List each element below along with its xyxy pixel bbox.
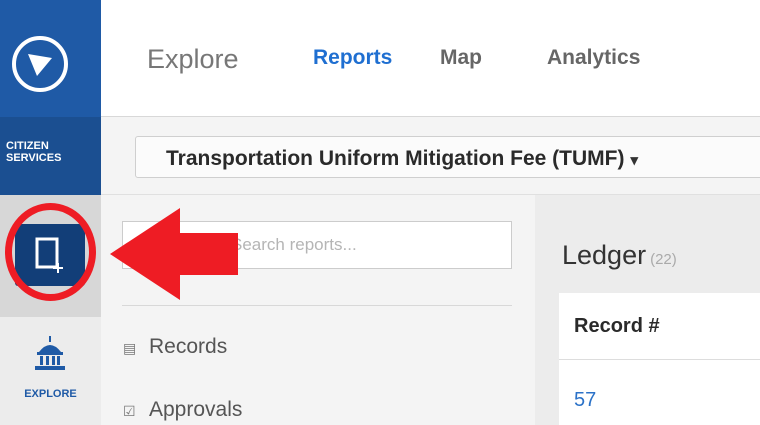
- dataset-name: Transportation Uniform Mitigation Fee (T…: [166, 147, 625, 170]
- page-title-text: Ledger: [562, 240, 647, 270]
- table-divider: [559, 359, 760, 360]
- app-logo-area: [0, 0, 101, 117]
- report-list-item-records[interactable]: ▤ Records: [123, 335, 227, 359]
- report-list-item-label: Approvals: [149, 398, 243, 421]
- nav-analytics[interactable]: Analytics: [547, 46, 640, 70]
- divider: [122, 305, 512, 306]
- brand-line-2: SERVICES: [6, 152, 62, 164]
- new-document-icon: [35, 237, 63, 273]
- grid-icon: ▤: [123, 340, 137, 356]
- sidebar-item-explore[interactable]: EXPLORE: [0, 330, 101, 410]
- report-list-item-label: Records: [149, 335, 228, 358]
- page-title: Ledger (22): [562, 240, 677, 271]
- new-record-button[interactable]: [15, 224, 85, 286]
- brand-line-1: CITIZEN: [6, 140, 49, 152]
- report-list-item-approvals[interactable]: ☑ Approvals: [123, 398, 242, 422]
- government-building-icon: [35, 336, 65, 370]
- main-content: Ledger (22) Record # 57: [535, 195, 760, 425]
- records-table: Record # 57: [559, 293, 760, 425]
- chevron-down-icon: ▾: [630, 152, 639, 169]
- record-count: (22): [650, 251, 677, 268]
- compass-logo-icon: [12, 36, 68, 92]
- dataset-selector-bar: Transportation Uniform Mitigation Fee (T…: [101, 117, 760, 195]
- sidebar-item-explore-label: EXPLORE: [24, 388, 77, 400]
- dataset-dropdown-label: Transportation Uniform Mitigation Fee (T…: [166, 147, 638, 171]
- nav-explore[interactable]: Explore: [147, 44, 239, 75]
- top-navigation: Explore Reports Map Analytics: [101, 0, 760, 117]
- annotation-arrow: [110, 208, 238, 300]
- checkbox-icon: ☑: [123, 403, 136, 419]
- brand-name: CITIZEN SERVICES: [6, 140, 92, 164]
- nav-map[interactable]: Map: [440, 46, 482, 70]
- dataset-dropdown[interactable]: Transportation Uniform Mitigation Fee (T…: [135, 136, 760, 178]
- nav-reports[interactable]: Reports: [313, 46, 392, 70]
- record-link[interactable]: 57: [574, 389, 596, 412]
- column-header-record-number[interactable]: Record #: [574, 315, 660, 338]
